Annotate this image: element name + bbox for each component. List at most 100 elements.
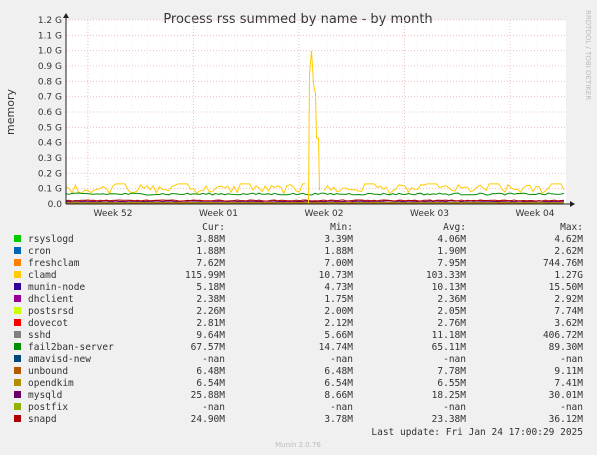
legend-swatch <box>14 319 21 326</box>
legend-cell: 3.88M <box>196 234 225 245</box>
x-tick-label: Week 01 <box>199 209 238 219</box>
legend-cell: 24.90M <box>191 414 226 425</box>
legend-cell: 15.50M <box>549 282 584 293</box>
legend-cell: -nan <box>560 402 583 413</box>
legend-cell: 5.18M <box>196 282 225 293</box>
legend-cell: 3.39M <box>324 234 353 245</box>
legend-cell: 11.18M <box>432 330 467 341</box>
legend-cell: 4.62M <box>554 234 583 245</box>
legend-cell: 5.66M <box>324 330 353 341</box>
legend-cell: 10.13M <box>432 282 467 293</box>
legend-swatch <box>14 235 21 242</box>
legend-cell: 2.92M <box>554 294 583 305</box>
legend-cell: 14.74M <box>319 342 354 353</box>
legend-cell: 23.38M <box>432 414 467 425</box>
y-tick-label: 0.3 G <box>38 154 62 164</box>
legend-cell: cron <box>28 246 51 257</box>
legend-cell: 6.54M <box>324 378 353 389</box>
legend-cell: 2.62M <box>554 246 583 257</box>
legend-cell: 103.33M <box>426 270 466 281</box>
legend-swatch <box>14 307 21 314</box>
legend-cell: 9.64M <box>196 330 225 341</box>
legend-swatch <box>14 379 21 386</box>
legend-cell: opendkim <box>28 378 74 389</box>
y-tick-label: 0.4 G <box>38 139 62 149</box>
legend-cell: sshd <box>28 330 51 341</box>
y-axis-label: memory <box>4 89 17 135</box>
legend-cell: 2.26M <box>196 306 225 317</box>
legend-cell: fail2ban-server <box>28 342 114 353</box>
y-tick-label: 0.5 G <box>38 123 62 133</box>
legend-cell: 6.55M <box>437 378 466 389</box>
legend-cell: 7.95M <box>437 258 466 269</box>
legend-cell: munin-node <box>28 282 85 293</box>
legend-swatch <box>14 415 21 422</box>
y-tick-label: 0.9 G <box>38 62 62 72</box>
legend-cell: 744.76M <box>543 258 583 269</box>
legend-cell: -nan <box>330 354 353 365</box>
y-tick-label: 0.1 G <box>38 185 62 195</box>
legend-cell: 7.74M <box>554 306 583 317</box>
legend-cell: 8.66M <box>324 390 353 401</box>
legend-cell: 7.62M <box>196 258 225 269</box>
y-tick-label: 0.8 G <box>38 77 62 87</box>
legend-cell: 2.12M <box>324 318 353 329</box>
legend-swatch <box>14 259 21 266</box>
legend-cell: 1.90M <box>437 246 466 257</box>
legend-cell: 3.78M <box>324 414 353 425</box>
legend-cell: 36.12M <box>549 414 584 425</box>
legend-cell: 18.25M <box>432 390 467 401</box>
legend-cell: 1.27G <box>554 270 583 281</box>
legend-cell: -nan <box>202 354 225 365</box>
legend-cell: 6.48M <box>324 366 353 377</box>
legend-cell: -nan <box>443 402 466 413</box>
legend-swatch <box>14 283 21 290</box>
header-cur: Cur: <box>202 222 225 233</box>
legend-cell: 4.06M <box>437 234 466 245</box>
legend-cell: 1.88M <box>196 246 225 257</box>
y-tick-label: 1.1 G <box>38 31 62 41</box>
legend-cell: 6.48M <box>196 366 225 377</box>
legend-cell: 65.11M <box>432 342 467 353</box>
legend-cell: -nan <box>443 354 466 365</box>
y-tick-label: 1.2 G <box>38 16 62 26</box>
legend-cell: -nan <box>330 402 353 413</box>
x-tick-label: Week 52 <box>94 209 133 219</box>
y-tick-label: 0.2 G <box>38 169 62 179</box>
legend-cell: 2.81M <box>196 318 225 329</box>
legend-cell: 67.57M <box>191 342 226 353</box>
legend-cell: freshclam <box>28 258 80 269</box>
legend-swatch <box>14 331 21 338</box>
legend-cell: 2.05M <box>437 306 466 317</box>
y-tick-label: 0.7 G <box>38 93 62 103</box>
legend-swatch <box>14 343 21 350</box>
legend-cell: postfix <box>28 402 68 413</box>
legend-swatch <box>14 367 21 374</box>
legend-cell: 4.73M <box>324 282 353 293</box>
chart-svg: Process rss summed by name - by month me… <box>0 0 597 455</box>
x-tick-label: Week 04 <box>516 209 555 219</box>
legend-cell: 6.54M <box>196 378 225 389</box>
legend-cell: 89.30M <box>549 342 584 353</box>
legend-cell: 10.73M <box>319 270 354 281</box>
y-tick-label: 0.0 <box>48 200 63 210</box>
legend-cell: 25.88M <box>191 390 226 401</box>
legend-cell: 30.01M <box>549 390 584 401</box>
legend-cell: 3.62M <box>554 318 583 329</box>
header-avg: Avg: <box>443 222 466 233</box>
legend-swatch <box>14 355 21 362</box>
legend-cell: unbound <box>28 366 68 377</box>
legend-cell: -nan <box>560 354 583 365</box>
x-tick-label: Week 02 <box>305 209 344 219</box>
legend-cell: 406.72M <box>543 330 583 341</box>
y-tick-label: 0.6 G <box>38 108 62 118</box>
x-tick-label: Week 03 <box>410 209 449 219</box>
legend-cell: clamd <box>28 270 57 281</box>
legend-cell: dhclient <box>28 294 74 305</box>
legend-cell: dovecot <box>28 318 68 329</box>
header-min: Min: <box>330 222 353 233</box>
footer-version: Munin 2.0.76 <box>275 441 321 449</box>
legend-swatch <box>14 391 21 398</box>
rrdtool-label: RRDTOOL / TOBI OETIKER <box>584 10 592 100</box>
legend-swatch <box>14 295 21 302</box>
